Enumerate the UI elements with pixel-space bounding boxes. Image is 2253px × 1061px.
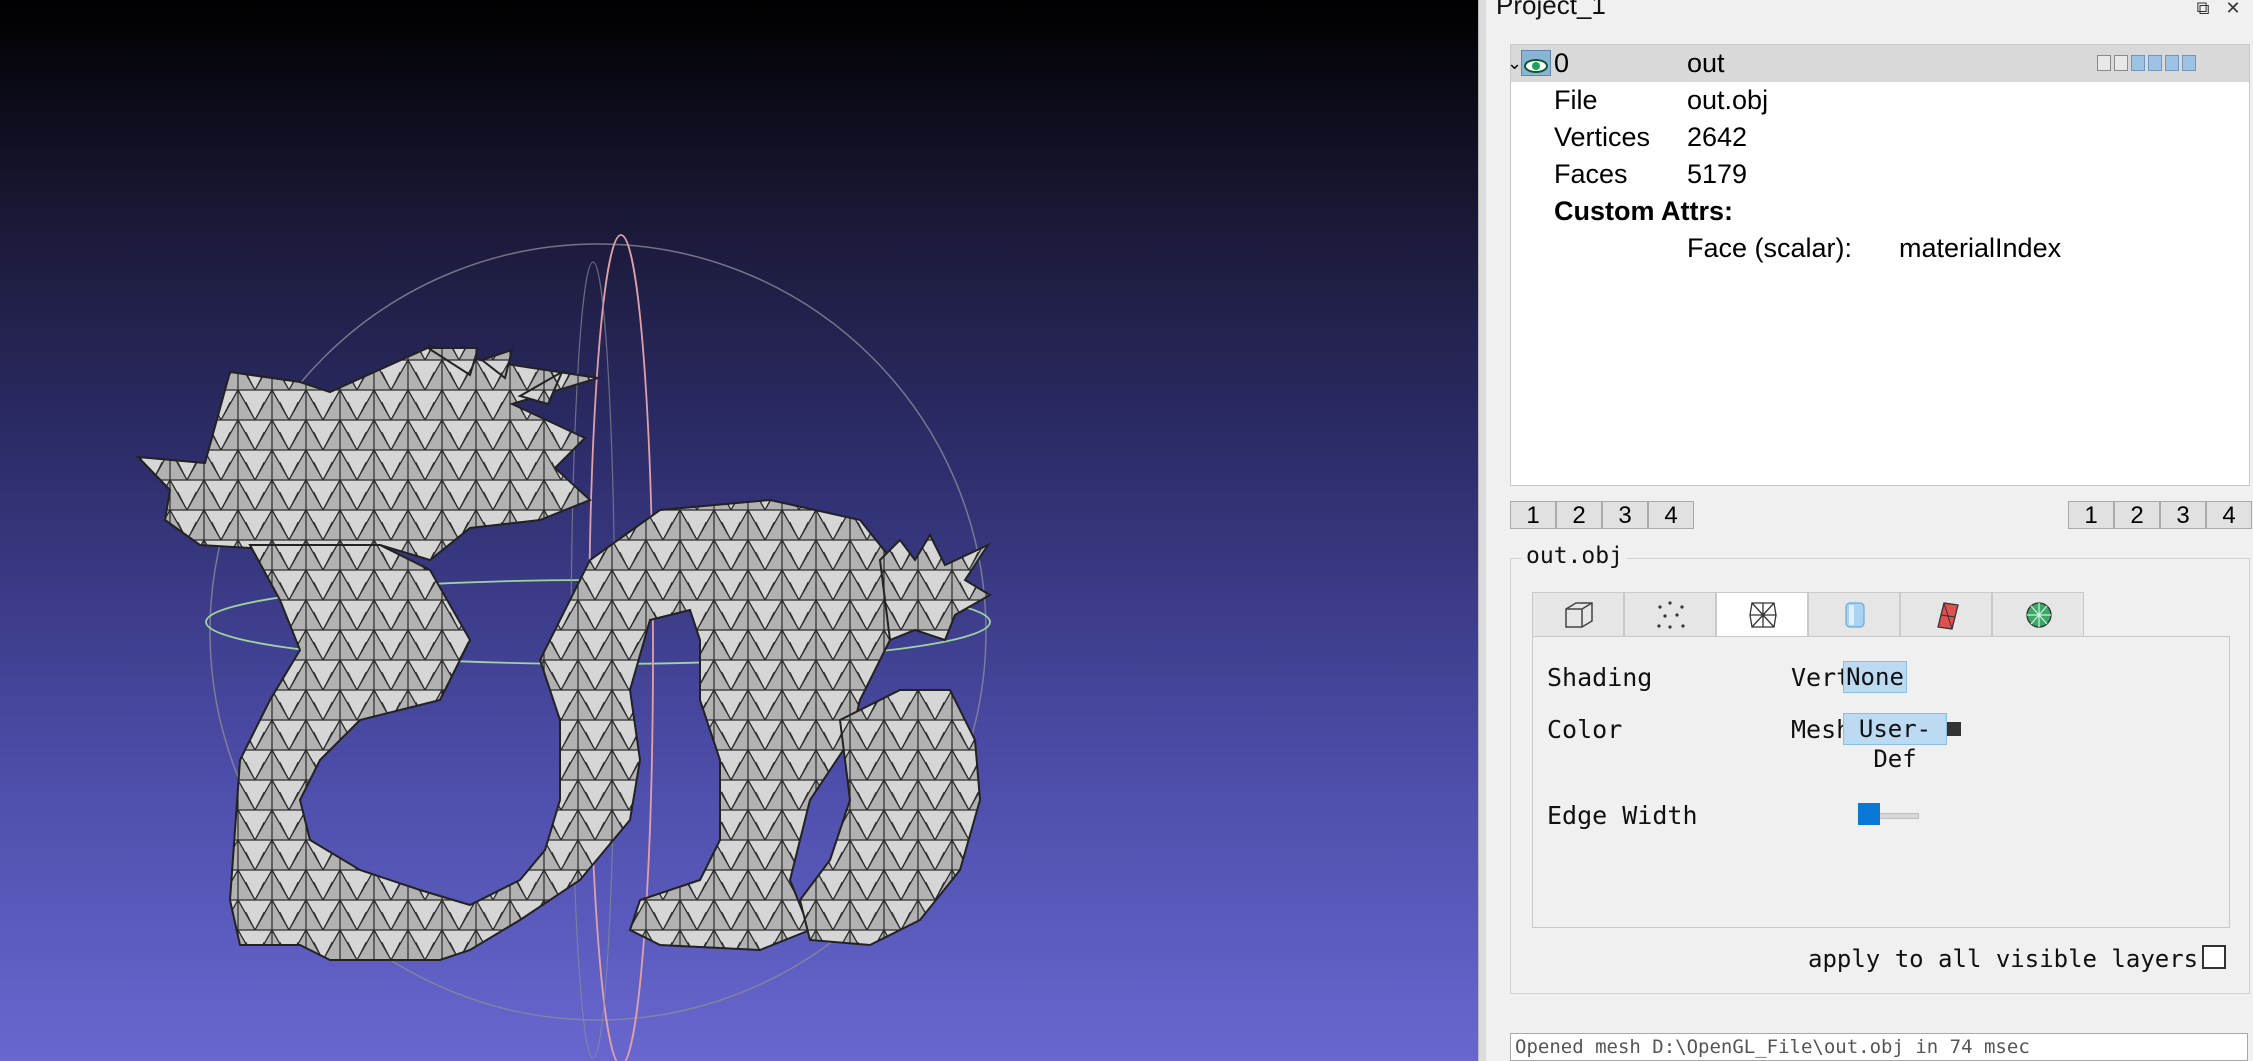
apply-all-label: apply to all visible layers xyxy=(1808,945,2199,973)
info-key: Vertices xyxy=(1554,122,1651,152)
dragon-mesh xyxy=(135,344,992,961)
points-mini-icon[interactable] xyxy=(2114,55,2128,71)
shading-select[interactable]: None xyxy=(1843,661,1907,693)
edge-width-label: Edge Width xyxy=(1547,801,1698,830)
green-mesh-mini-icon[interactable] xyxy=(2182,55,2196,71)
cylinder-mini-icon[interactable] xyxy=(2148,55,2162,71)
right-button-3[interactable]: 3 xyxy=(2160,501,2206,529)
info-value: 5179 xyxy=(1687,159,1748,189)
layer-name: out xyxy=(1687,48,1725,78)
custom-attr-name: materialIndex xyxy=(1899,233,2062,263)
layer-panel: Project_1 ⧉ ✕ ⌄ 0 out File out.obj Verti… xyxy=(1486,0,2253,1061)
mesh-render xyxy=(135,234,992,1061)
red-mesh-icon xyxy=(1937,602,1959,630)
decorator-tabs xyxy=(1532,592,2084,638)
box-mini-icon[interactable] xyxy=(2097,55,2111,71)
points-icon xyxy=(1657,601,1685,629)
layer-decorator-icons xyxy=(2097,55,2196,71)
color-swatch[interactable] xyxy=(1947,722,1961,736)
info-row-file: File out.obj xyxy=(1511,82,2249,119)
tab-red-mesh[interactable] xyxy=(1900,592,1992,636)
eye-glyph xyxy=(1524,59,1548,73)
info-row-custom-attr: Face (scalar): materialIndex xyxy=(1511,230,2249,267)
left-button-1[interactable]: 1 xyxy=(1510,501,1556,529)
apply-all-checkbox[interactable] xyxy=(2202,945,2226,969)
tab-wireframe[interactable] xyxy=(1716,592,1808,638)
info-value: 2642 xyxy=(1687,122,1748,152)
red-mesh-mini-icon[interactable] xyxy=(2165,55,2179,71)
float-icon[interactable]: ⧉ xyxy=(2192,0,2214,17)
cylinder-icon xyxy=(1845,602,1865,628)
collapse-icon[interactable]: ⌄ xyxy=(1507,45,1522,82)
custom-attrs-label: Custom Attrs: xyxy=(1554,196,1733,226)
panel-title: Project_1 xyxy=(1496,0,1606,20)
box-icon xyxy=(1565,602,1593,628)
info-row-custom-attrs: Custom Attrs: xyxy=(1511,193,2249,230)
info-row-vertices: Vertices 2642 xyxy=(1511,119,2249,156)
layer-tree[interactable]: ⌄ 0 out File out.obj Vertices 2642 Faces… xyxy=(1507,44,2250,486)
status-log: Opened mesh D:\OpenGL_File\out.obj in 74… xyxy=(1510,1033,2248,1061)
color-label: Color xyxy=(1547,715,1623,744)
color-select[interactable]: User-Def xyxy=(1843,713,1947,773)
right-button-4[interactable]: 4 xyxy=(2206,501,2252,529)
right-button-2[interactable]: 2 xyxy=(2114,501,2160,529)
green-mesh-icon xyxy=(2026,602,2052,628)
tab-cylinder[interactable] xyxy=(1808,592,1900,636)
left-button-2[interactable]: 2 xyxy=(1556,501,1602,529)
eye-icon[interactable] xyxy=(1521,50,1551,76)
custom-attr-type: Face (scalar): xyxy=(1687,233,1853,263)
wireframe-mini-icon[interactable] xyxy=(2131,55,2145,71)
info-row-faces: Faces 5179 xyxy=(1511,156,2249,193)
edge-width-slider-thumb[interactable] xyxy=(1857,803,1880,825)
tab-green-mesh[interactable] xyxy=(1992,592,2084,636)
tab-points[interactable] xyxy=(1624,592,1716,636)
layer-id: 0 xyxy=(1554,48,1570,78)
3d-viewport[interactable] xyxy=(0,0,1478,1061)
left-button-4[interactable]: 4 xyxy=(1648,501,1694,529)
decorator-title: out.obj xyxy=(1522,543,1627,569)
decorator-tab-page: Shading Vert None Color Mesh User-Def Ed… xyxy=(1532,636,2230,928)
info-key: File xyxy=(1554,85,1598,115)
info-key: Faces xyxy=(1554,159,1628,189)
layer-row-selected[interactable]: ⌄ 0 out xyxy=(1507,45,2249,82)
left-button-3[interactable]: 3 xyxy=(1602,501,1648,529)
close-icon[interactable]: ✕ xyxy=(2222,0,2244,17)
shading-label: Shading xyxy=(1547,663,1653,692)
wireframe-icon xyxy=(1749,602,1777,628)
info-value: out.obj xyxy=(1687,85,1769,115)
right-button-1[interactable]: 1 xyxy=(2068,501,2114,529)
tab-box[interactable] xyxy=(1532,592,1624,636)
